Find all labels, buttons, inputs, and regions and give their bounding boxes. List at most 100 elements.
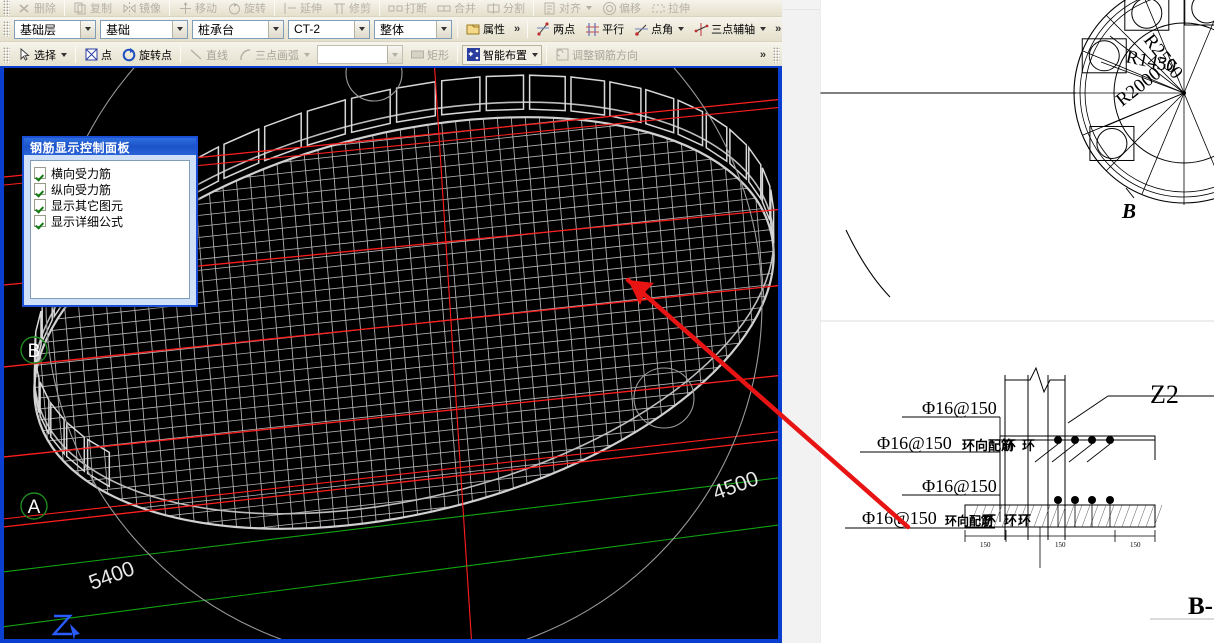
copy-button[interactable]: 复制 [69,0,116,16]
align-button[interactable]: 对齐 [538,0,596,16]
rebar-panel-title: 钢筋显示控制面板 [24,138,196,155]
properties-button[interactable]: 属性 [462,19,509,39]
draw-option-combo[interactable] [317,45,403,64]
checkbox-icon[interactable] [34,167,46,179]
chevron-down-icon[interactable] [80,20,95,38]
point-button[interactable]: 点 [80,45,116,65]
split-button[interactable]: 分割 [482,0,529,16]
checkbox-icon[interactable] [34,215,46,227]
offset-button[interactable]: 偏移 [598,0,645,16]
rebar-display-control-panel[interactable]: 钢筋显示控制面板 横向受力筋 纵向受力筋 显示其它图元 显示详细公式 [22,136,198,307]
checkbox-icon[interactable] [34,183,46,195]
svg-text:Φ16@150: Φ16@150 [877,433,952,453]
toolbar-grip-end[interactable] [773,46,780,63]
svg-text:环: 环 [1003,438,1016,453]
move-button[interactable]: 移动 [174,0,221,16]
merge-button[interactable]: 合并 [433,0,480,16]
toolbar-overflow-button[interactable]: » [510,23,524,35]
category-combo-value: 基础 [106,22,131,37]
svg-text:5400: 5400 [86,557,138,595]
move-label: 移动 [195,3,217,15]
split-icon [486,1,501,16]
svg-text:Z2: Z2 [1150,380,1179,409]
properties-icon [466,22,481,37]
select-label: 选择 [34,49,56,62]
chevron-down-icon[interactable] [678,27,685,31]
separator [533,0,534,16]
rotate-icon [227,1,242,16]
separator [379,0,380,16]
chevron-down-icon[interactable] [760,27,767,31]
trim-button[interactable]: 修剪 [328,0,375,16]
separator [274,0,275,16]
select-arrow-icon [17,47,32,62]
chevron-down-icon[interactable] [304,52,310,57]
checkbox-row-show-detailed-formula[interactable]: 显示详细公式 [34,213,186,229]
checkbox-label: 横向受力筋 [51,166,112,181]
rotate-point-button[interactable]: 旋转点 [118,45,176,65]
select-button[interactable]: 选择 [13,45,71,65]
delete-button[interactable]: 删除 [13,0,60,16]
rectangle-button[interactable]: 矩形 [406,45,453,65]
adjust-rebar-direction-button[interactable]: 调整钢筋方向 [551,45,642,65]
chevron-down-icon[interactable] [268,20,283,38]
checkbox-icon[interactable] [34,199,46,211]
navigation-toolbar[interactable]: 基础层 基础 桩承台 CT-2 整体 属性 » 两点 平行 点角 三点辅轴 » [0,17,782,42]
element-type-combo[interactable]: 桩承台 [192,19,284,39]
toolbar-grip[interactable] [3,0,10,16]
draw-toolbar[interactable]: 选择 点 旋转点 直线 三点画弧 矩形 智能布置 调整钢筋方向 » [0,42,782,68]
chevron-down-icon[interactable] [61,52,67,57]
mirror-icon [122,1,137,16]
extend-button[interactable]: 延伸 [279,0,326,16]
separator [527,20,529,38]
three-point-arc-button[interactable]: 三点画弧 [234,45,314,65]
smart-layout-icon [466,47,481,62]
stretch-button[interactable]: 拉伸 [647,0,694,16]
move-icon [178,1,193,16]
cad-drawing-pane[interactable]: R2550 R1450 R2000 B Z2 Φ16@150 Φ16@150 环… [820,0,1214,643]
view-mode-combo[interactable]: 整体 [374,19,452,39]
checkbox-row-longitudinal-main-rebar[interactable]: 纵向受力筋 [34,181,186,197]
toolbar-grip[interactable] [3,46,10,63]
mirror-button[interactable]: 镜像 [118,0,165,16]
floor-combo[interactable]: 基础层 [14,19,96,39]
point-label: 点 [101,49,112,62]
chevron-down-icon[interactable] [532,52,538,57]
svg-text:环: 环 [1022,438,1035,453]
element-type-combo-value: 桩承台 [198,22,235,37]
checkbox-row-transverse-main-rebar[interactable]: 横向受力筋 [34,165,186,181]
chevron-down-icon[interactable] [354,20,369,38]
three-point-aux-axis-icon [694,22,709,37]
checkbox-row-show-other-elements[interactable]: 显示其它图元 [34,197,186,213]
chevron-down-icon[interactable] [436,20,451,38]
toolbar-overflow-button-3[interactable]: » [756,49,770,61]
edit-toolbar[interactable]: 删除 复制 镜像 移动 旋转 延伸 修剪 打断 合并 分割 对齐 偏移 拉伸 [0,0,782,17]
toolbar-grip[interactable] [3,21,10,37]
adjust-rebar-direction-label: 调整钢筋方向 [572,49,638,62]
toolbar-overflow-button-2[interactable]: » [771,23,782,35]
break-button[interactable]: 打断 [384,0,431,16]
parallel-axis-label: 平行 [602,24,625,36]
point-angle-axis-button[interactable]: 点角 [630,19,688,39]
svg-text:B: B [1121,199,1136,223]
trim-label: 修剪 [349,3,371,15]
align-icon [542,1,557,16]
smart-layout-button[interactable]: 智能布置 [462,44,542,65]
rotate-point-label: 旋转点 [139,49,172,62]
three-point-aux-axis-button[interactable]: 三点辅轴 [690,19,770,39]
break-icon [388,1,403,16]
two-point-axis-button[interactable]: 两点 [532,19,579,39]
line-button[interactable]: 直线 [185,45,232,65]
element-name-combo[interactable]: CT-2 [288,19,370,39]
svg-text:Φ16@150: Φ16@150 [922,476,997,496]
rotate-button[interactable]: 旋转 [223,0,270,16]
three-d-viewport-frame[interactable]: B A 5400 4500 钢筋显示控制面板 横向受力筋 纵向受力筋 显示其它图… [0,66,782,643]
chevron-down-icon[interactable] [586,6,592,10]
category-combo[interactable]: 基础 [100,19,188,39]
offset-label: 偏移 [619,3,641,15]
chevron-down-icon[interactable] [387,46,402,63]
parallel-axis-button[interactable]: 平行 [581,19,628,39]
element-name-combo-value: CT-2 [294,22,321,36]
merge-label: 合并 [454,3,476,15]
chevron-down-icon[interactable] [172,20,187,38]
